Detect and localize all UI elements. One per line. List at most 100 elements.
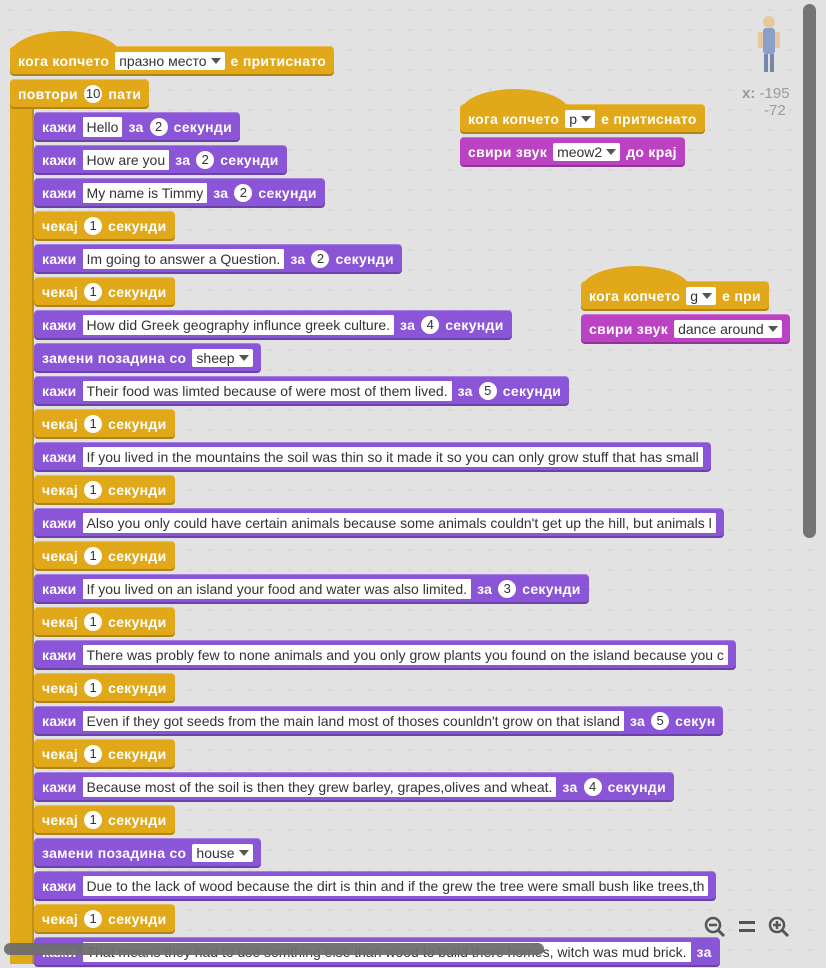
wait-secs-block[interactable]: чекај 1 секунди — [34, 211, 175, 241]
say-for-secs-block[interactable]: кажи Im going to answer a Question. за 2 сек… — [34, 244, 402, 274]
when-key-pressed-hat-g[interactable]: кога копчето g е при — [581, 266, 769, 311]
seconds-input[interactable]: 1 — [84, 217, 103, 235]
vertical-scrollbar[interactable] — [803, 4, 816, 538]
seconds-input[interactable]: 5 — [478, 382, 497, 400]
say-text-input[interactable]: Even if they got seeds from the main lan… — [82, 711, 624, 731]
zoom-out-icon[interactable] — [700, 912, 730, 942]
wait-secs-block[interactable]: чекај 1 секунди — [34, 541, 175, 571]
zoom-reset-icon[interactable] — [732, 912, 762, 942]
seconds-label: секунди — [445, 317, 504, 333]
wait-secs-block[interactable]: чекај 1 секунди — [34, 805, 175, 835]
seconds-input[interactable]: 2 — [196, 151, 215, 169]
wait-secs-block[interactable]: чекај 1 секунди — [34, 475, 175, 505]
seconds-label: секунди — [108, 416, 167, 432]
key-dropdown[interactable]: p — [565, 110, 596, 128]
say-text-input[interactable]: Im going to answer a Question. — [82, 249, 285, 269]
seconds-input[interactable]: 1 — [84, 547, 103, 565]
hat-label-suffix: е при — [722, 288, 761, 304]
for-label: за — [629, 713, 646, 729]
key-dropdown[interactable]: празно место — [115, 52, 225, 70]
say-text-input[interactable]: Also you only could have certain animals… — [82, 513, 716, 533]
seconds-label: секунди — [108, 746, 167, 762]
seconds-input[interactable]: 1 — [84, 415, 103, 433]
say-for-secs-block[interactable]: кажи Because most of the soil is then th… — [34, 772, 675, 802]
say-for-secs-block[interactable]: кажи There was probly few to none animal… — [34, 640, 736, 670]
horizontal-scrollbar[interactable] — [4, 943, 544, 955]
say-text-input[interactable]: Their food was limted because of were mo… — [82, 381, 452, 401]
seconds-input[interactable]: 4 — [421, 316, 440, 334]
seconds-input[interactable]: 5 — [651, 712, 670, 730]
wait-secs-block[interactable]: чекај 1 секунди — [34, 904, 175, 934]
wait-secs-block[interactable]: чекај 1 секунди — [34, 673, 175, 703]
say-text-input[interactable]: There was probly few to none animals and… — [82, 645, 728, 665]
seconds-input[interactable]: 2 — [234, 184, 253, 202]
say-text-input[interactable]: If you lived in the mountains the soil w… — [82, 447, 703, 467]
seconds-input[interactable]: 4 — [583, 778, 602, 796]
say-label: кажи — [42, 647, 77, 663]
play-sound-block[interactable]: свири звук dance around — [581, 314, 790, 344]
seconds-input[interactable]: 2 — [149, 118, 168, 136]
seconds-input[interactable]: 2 — [311, 250, 330, 268]
sound-dropdown[interactable]: dance around — [674, 320, 782, 338]
wait-label: чекај — [42, 548, 79, 564]
wait-secs-block[interactable]: чекај 1 секунди — [34, 607, 175, 637]
seconds-input[interactable]: 1 — [84, 910, 103, 928]
zoom-in-icon[interactable] — [764, 912, 794, 942]
say-text-input[interactable]: Hello — [82, 117, 123, 137]
seconds-input[interactable]: 1 — [84, 283, 103, 301]
say-text-input[interactable]: How did Greek geography influnce greek c… — [82, 315, 395, 335]
play-sound-until-done-block[interactable]: свири звук meow2 до крај — [460, 137, 685, 167]
repeat-suffix: пати — [108, 86, 142, 102]
seconds-input[interactable]: 1 — [84, 481, 103, 499]
wait-secs-block[interactable]: чекај 1 секунди — [34, 409, 175, 439]
say-for-secs-block[interactable]: кажи If you lived on an island your food … — [34, 574, 589, 604]
key-dropdown[interactable]: g — [686, 287, 717, 305]
say-text-input[interactable]: Due to the lack of wood because the dirt… — [82, 876, 709, 896]
say-for-secs-block[interactable]: кажи Hello за 2 секунди — [34, 112, 241, 142]
say-for-secs-block[interactable]: кажи Their food was limted because of wer… — [34, 376, 570, 406]
seconds-label: секунди — [173, 119, 233, 135]
switch-backdrop-block[interactable]: замени позадина со sheep — [34, 343, 261, 373]
seconds-input[interactable]: 1 — [84, 745, 103, 763]
switch-backdrop-block[interactable]: замени позадина со house — [34, 838, 261, 868]
x-value: -195 — [759, 85, 790, 102]
sound-dropdown[interactable]: meow2 — [553, 143, 621, 161]
backdrop-dropdown[interactable]: sheep — [192, 349, 253, 367]
say-for-secs-block[interactable]: кажи Even if they got seeds from the main… — [34, 706, 724, 736]
say-for-secs-block[interactable]: кажи How did Greek geography influnce gre… — [34, 310, 512, 340]
say-for-secs-block[interactable]: кажи Also you only could have certain ani… — [34, 508, 724, 538]
repeat-block-arm[interactable] — [10, 104, 34, 964]
say-text-input[interactable]: How are you — [82, 150, 170, 170]
say-for-secs-block[interactable]: кажи Due to the lack of wood because the… — [34, 871, 717, 901]
say-label: кажи — [42, 515, 77, 531]
seconds-input[interactable]: 1 — [84, 811, 103, 829]
say-label: кажи — [42, 119, 77, 135]
when-key-pressed-hat-main[interactable]: кога копчето празно место е притиснато — [10, 31, 335, 76]
seconds-label: секунди — [108, 614, 167, 630]
wait-label: чекај — [42, 416, 79, 432]
say-for-secs-block[interactable]: кажи How are you за 2 секунди — [34, 145, 287, 175]
script-area[interactable]: кога копчето празно место е притиснато п… — [0, 0, 826, 968]
say-for-secs-block[interactable]: кажи My name is Timmy за 2 секунди — [34, 178, 325, 208]
seconds-label: секунди — [522, 581, 581, 597]
wait-secs-block[interactable]: чекај 1 секунди — [34, 277, 175, 307]
sound-value: dance around — [678, 321, 764, 337]
say-text-input[interactable]: My name is Timmy — [82, 183, 208, 203]
sound-label: свири звук — [589, 321, 669, 337]
repeat-count-input[interactable]: 10 — [83, 85, 103, 103]
wait-label: чекај — [42, 482, 79, 498]
say-label: кажи — [42, 317, 77, 333]
seconds-input[interactable]: 1 — [84, 679, 103, 697]
backdrop-value: sheep — [196, 350, 235, 366]
say-text-input[interactable]: Because most of the soil is then they gr… — [82, 777, 557, 797]
seconds-label: секунди — [502, 383, 562, 399]
wait-secs-block[interactable]: чекај 1 секунди — [34, 739, 175, 769]
say-label: кажи — [42, 185, 77, 201]
seconds-input[interactable]: 1 — [84, 613, 103, 631]
say-text-input[interactable]: If you lived on an island your food and … — [82, 579, 472, 599]
seconds-input[interactable]: 3 — [498, 580, 517, 598]
say-for-secs-block[interactable]: кажи If you lived in the mountains the so… — [34, 442, 711, 472]
repeat-block[interactable]: повтори 10 пати — [10, 79, 150, 109]
backdrop-dropdown[interactable]: house — [192, 844, 253, 862]
when-key-pressed-hat-p[interactable]: кога копчето p е притиснато — [460, 89, 705, 134]
